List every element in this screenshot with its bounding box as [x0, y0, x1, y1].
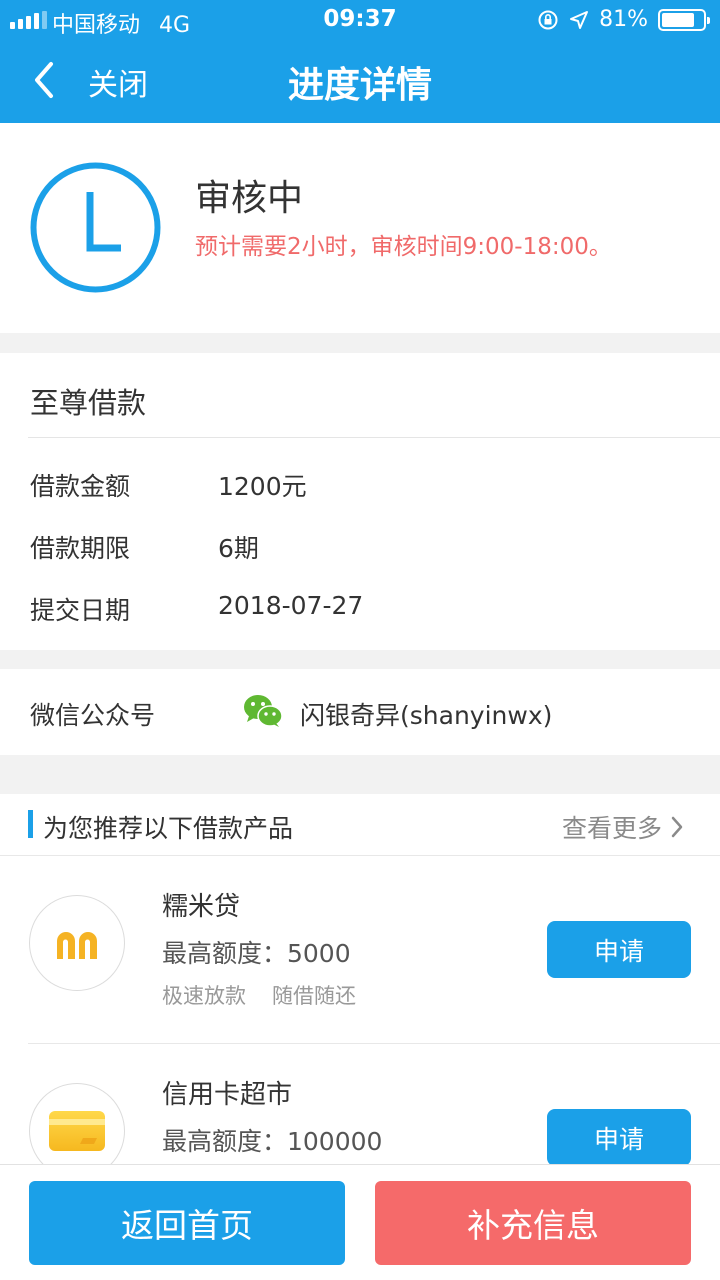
page-title: 进度详情 — [287, 65, 432, 106]
submit-date-value: 2018-07-27 — [218, 591, 364, 620]
wechat-icon — [244, 695, 283, 727]
loan-term-label: 借款期限 — [30, 534, 131, 563]
clock-icon — [30, 162, 161, 293]
apply-button[interactable]: 申请 — [547, 921, 691, 978]
recommend-header: 为您推荐以下借款产品 查看更多 — [0, 794, 720, 856]
wechat-account-name: 闪银奇异(shanyinwx) — [300, 701, 553, 730]
nuomi-logo-icon — [29, 895, 125, 991]
location-arrow-icon — [570, 10, 589, 29]
supplement-info-button[interactable]: 补充信息 — [375, 1181, 691, 1265]
loan-details-card: 至尊借款 借款金额 1200元 借款期限 6期 提交日期 2018-07-27 — [0, 353, 720, 650]
product-max-limit: 最高额度：5000 — [162, 939, 351, 968]
battery-level — [662, 12, 695, 27]
product-name: 糯米贷 — [162, 892, 241, 922]
product-tag: 随借随还 — [272, 984, 356, 1008]
loan-term-value: 6期 — [218, 534, 259, 563]
status-title: 审核中 — [195, 178, 304, 219]
status-note: 预计需要2小时，审核时间9:00-18:00。 — [195, 234, 612, 260]
divider — [28, 437, 720, 438]
recommended-products-card: 为您推荐以下借款产品 查看更多 糯米贷 最高额度：5000 极速放款 随借随还 … — [0, 794, 720, 1194]
status-bar: 中国移动 4G 09:37 81% — [0, 0, 720, 40]
view-more-link[interactable]: 查看更多 — [562, 809, 684, 845]
product-max-limit: 最高额度：100000 — [162, 1127, 383, 1156]
review-status-card: 审核中 预计需要2小时，审核时间9:00-18:00。 — [0, 123, 720, 333]
footer-action-bar: 返回首页 补充信息 — [0, 1164, 720, 1280]
product-tags: 极速放款 随借随还 — [162, 980, 356, 1010]
product-item[interactable]: 糯米贷 最高额度：5000 极速放款 随借随还 申请 — [0, 856, 720, 1044]
orientation-lock-icon — [538, 10, 558, 29]
loan-product-title: 至尊借款 — [30, 386, 147, 420]
nav-bar: 关闭 进度详情 — [0, 40, 720, 123]
section-accent-bar — [28, 810, 33, 838]
product-tag: 极速放款 — [162, 984, 246, 1008]
apply-button[interactable]: 申请 — [547, 1109, 691, 1166]
chevron-right-icon — [671, 816, 683, 838]
wechat-official-account-row[interactable]: 微信公众号 闪银奇异(shanyinwx) — [0, 669, 720, 755]
wechat-label: 微信公众号 — [30, 701, 156, 730]
product-name: 信用卡超市 — [162, 1080, 293, 1110]
view-more-label: 查看更多 — [561, 814, 662, 843]
battery-icon — [658, 8, 710, 31]
submit-date-label: 提交日期 — [30, 596, 131, 625]
recommend-title: 为您推荐以下借款产品 — [43, 814, 294, 843]
loan-amount-label: 借款金额 — [30, 472, 131, 501]
back-to-home-button[interactable]: 返回首页 — [29, 1181, 345, 1265]
battery-percent: 81% — [599, 7, 648, 32]
loan-amount-value: 1200元 — [218, 472, 307, 501]
